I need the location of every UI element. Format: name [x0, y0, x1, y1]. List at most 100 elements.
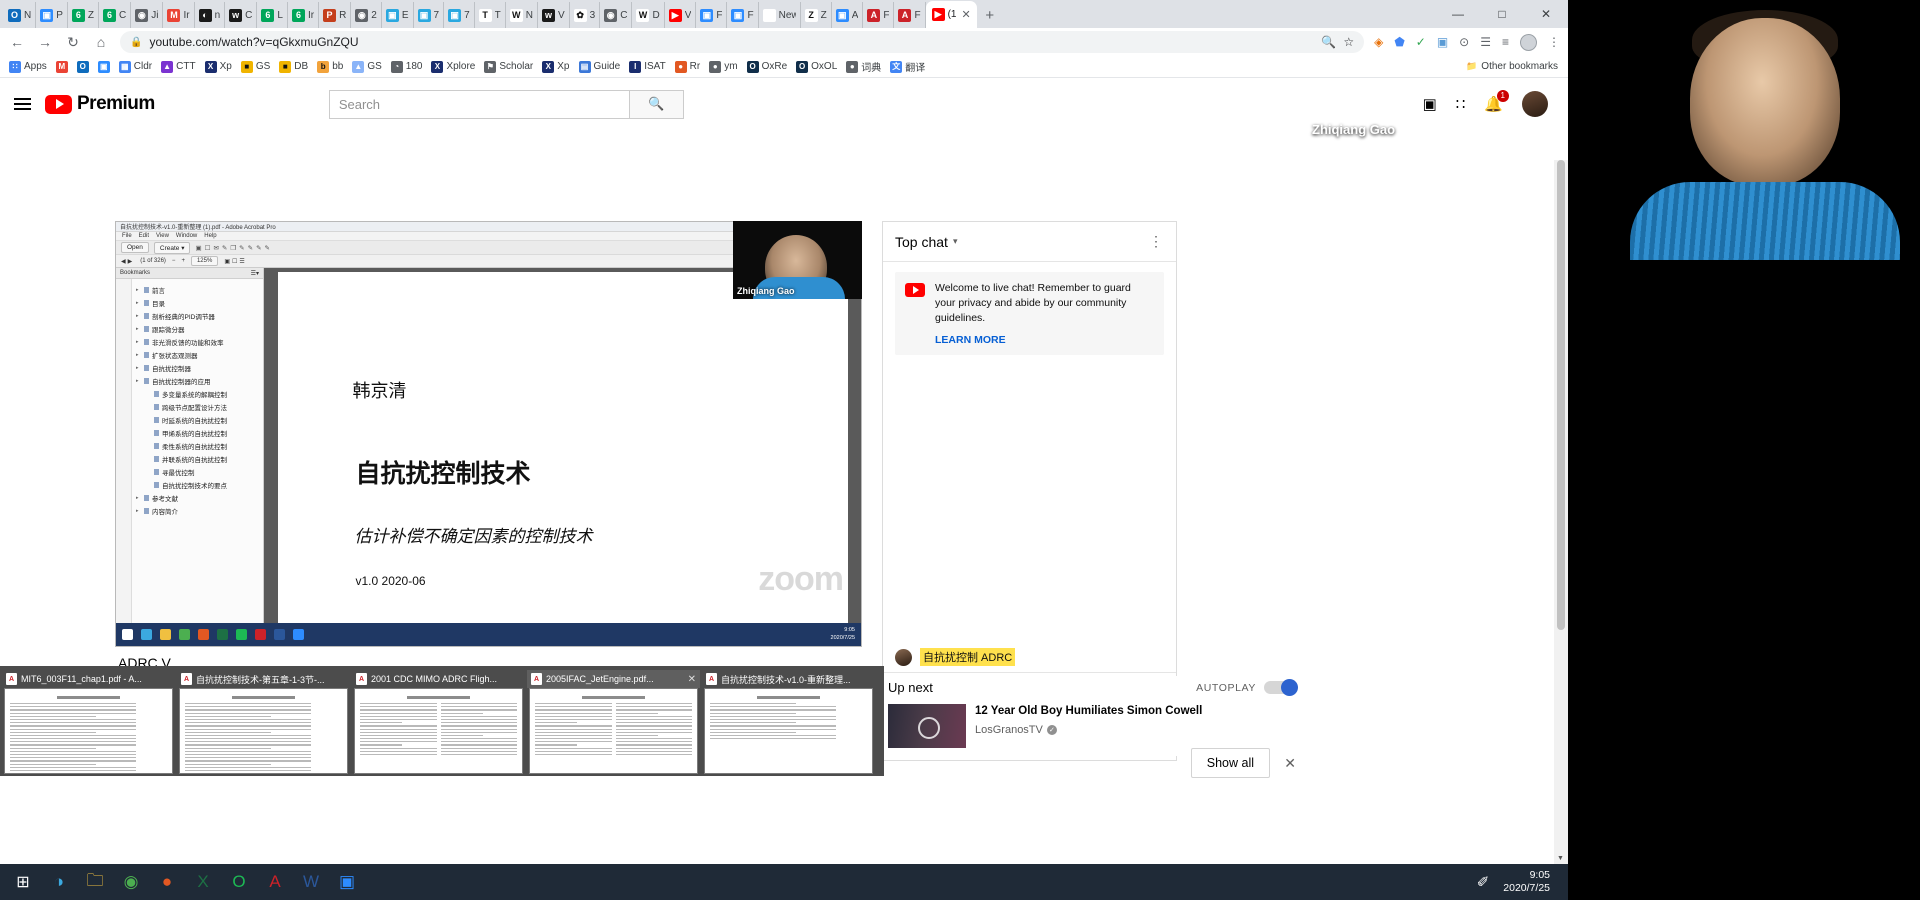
pdf-bookmark-9[interactable]: 跨级节点配置设计方法 — [136, 400, 263, 413]
taskbar-thumbnail-2[interactable]: A 2001 CDC MIMO ADRC Fligh... — [352, 670, 525, 774]
bookmark-13[interactable]: ⚑ Scholar — [481, 60, 536, 74]
bookmark-14[interactable]: X Xp — [539, 60, 572, 74]
tab-6[interactable]: ◐ n — [195, 2, 226, 28]
learn-more-link[interactable]: LEARN MORE — [935, 334, 1154, 346]
chevron-right-icon[interactable]: ▸ — [136, 287, 141, 293]
chevron-right-icon[interactable]: ▸ — [136, 339, 141, 345]
pdf-bookmark-3[interactable]: ▸ 跟踪微分器 — [136, 322, 263, 335]
address-bar[interactable]: 🔒 youtube.com/watch?v=qGkxmuGnZQU 🔍 ☆ — [120, 31, 1365, 53]
pdf-bookmark-11[interactable]: 甲烯系统的自抗扰控制 — [136, 426, 263, 439]
bookmark-1[interactable]: M — [53, 60, 71, 74]
firefox-icon[interactable]: ● — [150, 866, 184, 898]
close-thumbnail-icon[interactable]: ✕ — [688, 674, 696, 685]
tab-8[interactable]: 6L — [257, 2, 288, 28]
menu-view[interactable]: View — [156, 233, 169, 239]
search-button[interactable]: 🔍 — [628, 89, 684, 119]
extension-3-icon[interactable]: ✓ — [1416, 35, 1426, 49]
page-scrollbar[interactable]: ▼ — [1554, 160, 1568, 864]
extension-5-icon[interactable]: ⊙ — [1459, 35, 1469, 49]
close-tab-icon[interactable]: ✕ — [962, 8, 971, 21]
menu-help[interactable]: Help — [204, 233, 216, 239]
tab-13[interactable]: ▣ 7 — [414, 2, 445, 28]
tab-3[interactable]: 6C — [99, 2, 132, 28]
page-nav-icons[interactable]: ◀▶ — [121, 258, 134, 265]
tab-22[interactable]: ▣ F — [696, 2, 728, 28]
pdf-bookmark-2[interactable]: ▸ 剖析经典的PID调节器 — [136, 309, 263, 322]
back-icon[interactable]: ← — [8, 34, 26, 50]
bookmark-8[interactable]: ■ DB — [276, 60, 311, 74]
tab-pre-0[interactable]: ▣ A — [832, 2, 864, 28]
pdf-bookmark-0[interactable]: ▸ 前言 — [136, 283, 263, 296]
show-all-button[interactable]: Show all — [1190, 748, 1270, 778]
chevron-right-icon[interactable]: ▸ — [136, 378, 141, 384]
active-tab-0[interactable]: ▶ (1 ✕ — [925, 1, 977, 28]
bookmark-17[interactable]: ● Rr — [672, 60, 704, 74]
bookmark-10[interactable]: ▲ GS — [349, 60, 384, 74]
chevron-right-icon[interactable]: ▸ — [136, 313, 141, 319]
pdf-bookmark-4[interactable]: ▸ 非光滑反馈的功能和效率 — [136, 335, 263, 348]
chevron-right-icon[interactable]: ▸ — [136, 352, 141, 358]
chevron-right-icon[interactable]: ▸ — [136, 495, 141, 501]
tab-2[interactable]: 6Z — [68, 2, 100, 28]
zoom-icon[interactable]: ▣ — [330, 866, 364, 898]
home-icon[interactable]: ⌂ — [92, 34, 110, 50]
tab-pre-1[interactable]: AF — [863, 2, 895, 28]
zoom-out-button[interactable]: − — [172, 258, 176, 264]
pdf-bookmark-12[interactable]: 柔性系统的自抗扰控制 — [136, 439, 263, 452]
avatar[interactable] — [1522, 91, 1548, 117]
tab-24[interactable]: New — [759, 2, 801, 28]
tab-5[interactable]: M Ir — [163, 2, 195, 28]
maximize-button[interactable]: □ — [1480, 0, 1524, 28]
bookmark-21[interactable]: ● 词典 — [843, 58, 884, 75]
tab-10[interactable]: PR — [319, 2, 352, 28]
menu-file[interactable]: File — [122, 233, 132, 239]
pdf-bookmark-17[interactable]: ▸ 内容简介 — [136, 504, 263, 517]
bookmark-2[interactable]: O — [74, 60, 92, 74]
other-bookmarks-button[interactable]: 📁 Other bookmarks — [1466, 61, 1562, 72]
acrobat-icon[interactable] — [255, 629, 266, 640]
taskbar-thumbnail-3[interactable]: A 2005IFAC_JetEngine.pdf... ✕ — [527, 670, 700, 774]
excel-icon[interactable] — [217, 629, 228, 640]
tab-19[interactable]: ◉ C — [600, 2, 633, 28]
opera-icon[interactable]: O — [222, 866, 256, 898]
browser-menu-icon[interactable]: ⋮ — [1548, 35, 1560, 49]
pip-self-view[interactable]: Zhiqiang Gao — [733, 221, 862, 299]
extension-4-icon[interactable]: ▣ — [1437, 35, 1448, 49]
tab-25[interactable]: ZZ — [801, 2, 832, 28]
menu-window[interactable]: Window — [176, 233, 197, 239]
pdf-bookmark-1[interactable]: ▸ 目录 — [136, 296, 263, 309]
tab-12[interactable]: ▣ E — [382, 2, 414, 28]
edge-icon[interactable] — [141, 629, 152, 640]
chat-options-kebab-icon[interactable]: ⋮ — [1149, 233, 1164, 250]
scroll-down-arrow-icon[interactable]: ▼ — [1557, 855, 1564, 862]
bookmark-9[interactable]: b bb — [314, 60, 346, 74]
extension-6-icon[interactable]: ☰ — [1480, 35, 1491, 49]
tab-15[interactable]: TT — [475, 2, 506, 28]
tab-20[interactable]: WD — [632, 2, 665, 28]
tab-1[interactable]: ▣ P — [36, 2, 68, 28]
start-icon[interactable] — [122, 629, 133, 640]
tab-21[interactable]: ▶ V — [665, 2, 697, 28]
tab-9[interactable]: 6 Ir — [288, 2, 320, 28]
bookmark-19[interactable]: O OxRe — [744, 60, 791, 74]
bookmark-18[interactable]: ● ym — [706, 60, 740, 74]
close-icon[interactable]: ✕ — [1284, 755, 1296, 772]
tab-23[interactable]: ▣ F — [727, 2, 759, 28]
taskbar-clock[interactable]: 9:05 2020/7/25 — [1503, 869, 1550, 895]
pdf-bookmark-8[interactable]: 多变量系统的解耦控制 — [136, 387, 263, 400]
create-video-icon[interactable]: ▣ — [1423, 95, 1437, 113]
word-icon[interactable] — [274, 629, 285, 640]
tab-4[interactable]: ◉ Ji — [131, 2, 164, 28]
bookmark-3[interactable]: ▣ — [95, 60, 113, 74]
chat-mode-label[interactable]: Top chat — [895, 234, 948, 250]
profile-avatar-button[interactable] — [1520, 33, 1537, 51]
tab-18[interactable]: ✿ 3 — [570, 2, 601, 28]
acrobat-icon[interactable]: A — [258, 866, 292, 898]
scrollbar-thumb[interactable] — [1557, 160, 1565, 630]
chrome-icon[interactable]: ◉ — [114, 866, 148, 898]
bookmark-5[interactable]: ▲ CTT — [158, 60, 198, 74]
new-tab-button[interactable]: + — [977, 2, 1003, 28]
close-window-button[interactable]: ✕ — [1524, 0, 1568, 28]
bookmark-4[interactable]: ▦ Cldr — [116, 60, 155, 74]
chevron-right-icon[interactable]: ▸ — [136, 508, 141, 514]
